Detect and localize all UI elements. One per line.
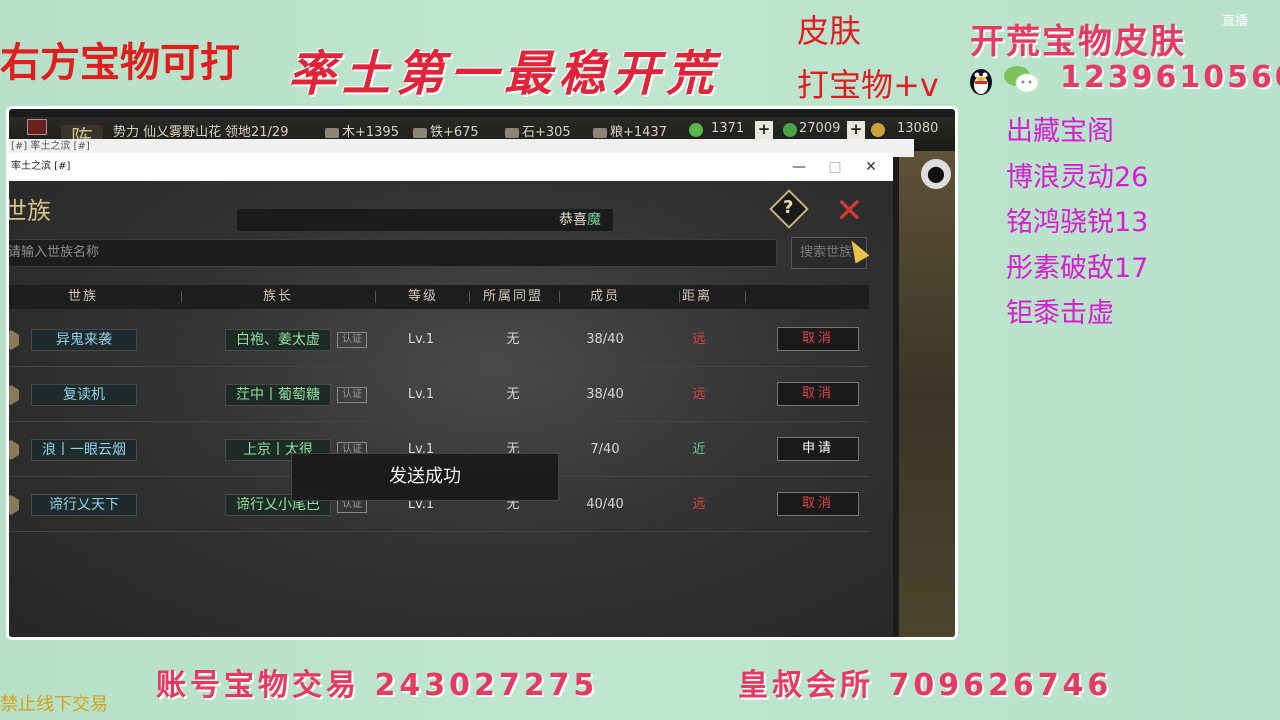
verified-badge: 认证 <box>337 387 367 403</box>
avatar[interactable] <box>27 119 47 135</box>
overlay-club: 皇叔会所 709626746 <box>738 668 1113 703</box>
clan-members: 7/40 <box>590 442 620 457</box>
clan-name[interactable]: 谛行乂天下 <box>31 494 137 516</box>
clan-alliance: 无 <box>506 332 520 347</box>
jade-icon <box>689 123 703 137</box>
jade-amount: 1371 <box>711 121 745 136</box>
list-item: 博浪灵动26 <box>1006 161 1149 193</box>
wood-resource: 木+1395 <box>325 121 399 140</box>
dialog-title: 世族 <box>6 197 51 225</box>
clan-alliance: 无 <box>506 387 520 402</box>
grain-icon <box>593 127 607 138</box>
clan-table-header: 世族 族长 等级 所属同盟 成员 距离 <box>9 285 869 309</box>
iron-resource: 铁+675 <box>413 121 479 140</box>
apply-button[interactable]: 申请 <box>777 437 859 461</box>
announcement-text: 恭喜 <box>559 212 587 228</box>
header-level: 等级 <box>407 289 438 304</box>
announcement-bar: 恭喜魔 <box>237 209 613 231</box>
overlay-treasure-list: 出藏宝阁 博浪灵动26 铭鸿骁锐13 彤素破敌17 钜黍击虚 <box>1006 112 1148 340</box>
toast-message: 发送成功 <box>291 453 559 501</box>
verified-badge: 认证 <box>337 332 367 348</box>
cancel-application-button[interactable]: 取消 <box>777 327 859 351</box>
header-members: 成员 <box>589 289 620 304</box>
wood-icon <box>325 127 339 138</box>
gold-amount: 13080 <box>897 121 939 136</box>
dialog-close-button[interactable]: ✕ <box>835 191 864 231</box>
gold-icon <box>871 123 885 137</box>
list-item: 铭鸿骁锐13 <box>1006 207 1149 238</box>
help-icon[interactable]: ? <box>783 197 797 218</box>
cancel-application-button[interactable]: 取消 <box>777 382 859 406</box>
clan-level: Lv.1 <box>407 332 435 347</box>
clan-members: 38/40 <box>586 387 624 402</box>
map-edge <box>899 151 955 637</box>
overlay-qq-number: 1239610560 <box>1060 60 1280 95</box>
clan-search-input[interactable]: 请输入世族名称 <box>9 239 777 267</box>
clan-distance: 近 <box>692 442 706 457</box>
territory-label: 领地21/29 <box>225 125 289 140</box>
platform-watermark: 直播 <box>1222 14 1249 29</box>
bottom-tab[interactable] <box>263 637 411 640</box>
window-close-button[interactable]: ✕ <box>853 153 889 181</box>
overlay-left-text: 右方宝物可打 <box>0 40 240 86</box>
header-distance: 距离 <box>681 289 712 304</box>
stone-icon <box>505 127 519 138</box>
clan-badge-icon <box>9 385 19 405</box>
header-clan: 世族 <box>67 289 98 304</box>
qq-penguin-icon <box>965 64 997 96</box>
window-title: 率土之滨 [#] <box>11 161 71 172</box>
announcement-highlight: 魔 <box>587 212 601 228</box>
overlay-title: 率土第一最稳开荒 <box>288 46 721 102</box>
clan-distance: 远 <box>692 332 706 347</box>
cancel-application-button[interactable]: 取消 <box>777 492 859 516</box>
overlay-warning: 禁止线下交易 <box>0 694 108 715</box>
list-item: 彤素破敌17 <box>1006 252 1149 284</box>
copper-amount: 27009 <box>799 121 841 136</box>
bottom-tab[interactable] <box>437 637 585 640</box>
minimize-button[interactable]: — <box>781 153 817 181</box>
iron-icon <box>413 127 427 138</box>
clan-members: 40/40 <box>586 497 624 512</box>
window-titlebar: 率土之滨 [#] — □ ✕ <box>9 153 893 181</box>
overlay-right-title: 开荒宝物皮肤 <box>970 22 1186 62</box>
clan-badge-icon <box>9 495 19 515</box>
add-copper-button[interactable]: + <box>847 121 865 139</box>
header-alliance: 所属同盟 <box>482 289 543 304</box>
clan-badge-icon <box>9 330 19 350</box>
game-frame: 陈 势力 仙乂雾野山花 领地21/29 木+1395 铁+675 石+305 粮… <box>6 106 958 640</box>
faction-label: 势力 仙乂雾野山花 <box>113 125 222 140</box>
clan-leader[interactable]: 茳中丨葡萄糖 <box>225 384 331 406</box>
list-item: 出藏宝阁 <box>1006 116 1114 147</box>
table-row: 复读机 茳中丨葡萄糖 认证 Lv.1 无 38/40 远 取消 <box>9 368 869 422</box>
clan-name[interactable]: 浪丨一眼云烟 <box>31 439 137 461</box>
clan-distance: 远 <box>692 497 706 512</box>
header-leader: 族长 <box>262 289 293 304</box>
list-item: 钜黍击虚 <box>1006 298 1114 329</box>
copper-icon <box>783 123 797 137</box>
overlay-account-trade: 账号宝物交易 243027275 <box>156 668 599 703</box>
clan-leader[interactable]: 白袍、姜太虚 <box>225 329 331 351</box>
map-pin-icon[interactable]: ⬤ <box>921 159 951 189</box>
clan-members: 38/40 <box>586 332 624 347</box>
grain-resource: 粮+1437 <box>593 121 667 140</box>
clan-name[interactable]: 复读机 <box>31 384 137 406</box>
overlay-skin: 皮肤 <box>797 12 862 50</box>
wechat-icon <box>1003 64 1039 94</box>
clan-dialog: 世族 恭喜魔 ? ✕ 请输入世族名称 搜索世族 世族 族长 等级 所属同盟 成员… <box>6 181 893 640</box>
add-jade-button[interactable]: + <box>755 121 773 139</box>
maximize-button[interactable]: □ <box>817 153 853 181</box>
clan-level: Lv.1 <box>407 387 435 402</box>
clan-name[interactable]: 异鬼来袭 <box>31 329 137 351</box>
clan-distance: 远 <box>692 387 706 402</box>
overlay-treasure-plus: 打宝物+v <box>797 66 939 104</box>
table-row: 异鬼来袭 白袍、姜太虚 认证 Lv.1 无 38/40 远 取消 <box>9 313 869 367</box>
clan-badge-icon <box>9 440 19 460</box>
stone-resource: 石+305 <box>505 121 571 140</box>
